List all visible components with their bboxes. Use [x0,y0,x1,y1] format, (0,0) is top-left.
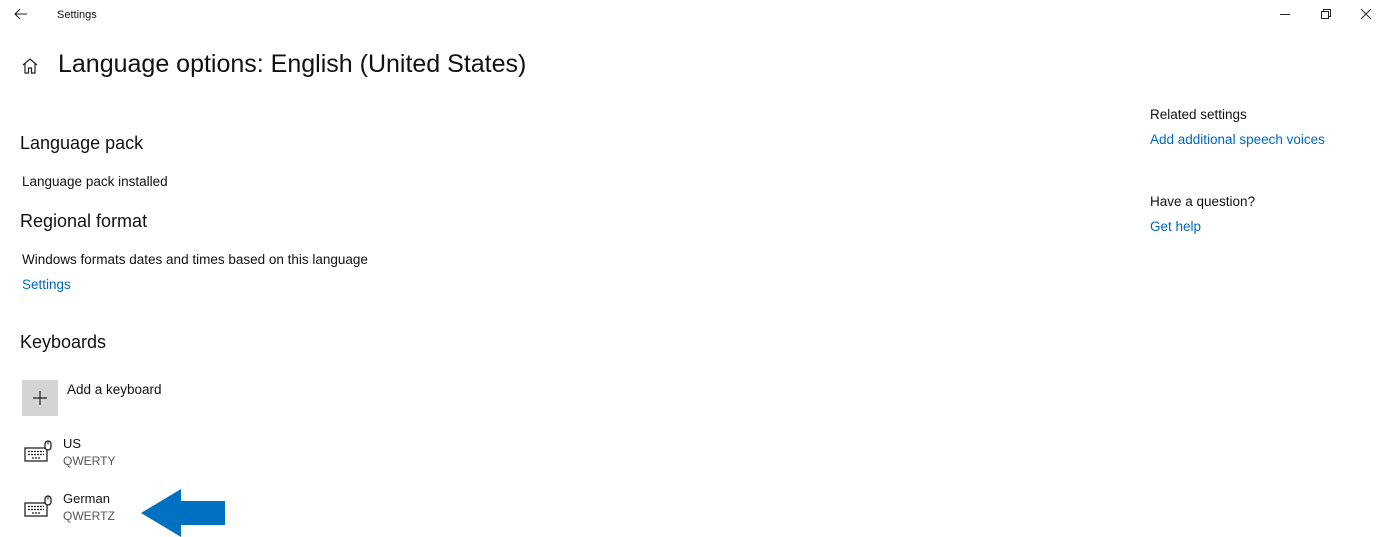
add-keyboard-button[interactable] [22,380,58,416]
window-title: Settings [57,9,97,21]
annotation-arrow-icon [141,489,225,537]
language-pack-heading: Language pack [20,133,144,153]
keyboard-item-us[interactable]: US QWERTY [20,436,280,476]
language-pack-status: Language pack installed [22,174,168,189]
keyboard-icon [24,495,52,517]
close-button[interactable] [1353,3,1379,25]
keyboard-name: German [63,491,110,506]
restore-button[interactable] [1313,3,1339,25]
keyboard-layout: QWERTY [63,454,116,468]
keyboard-icon [24,440,52,462]
regional-settings-link[interactable]: Settings [22,277,71,292]
page-title: Language options: English (United States… [58,50,527,78]
get-help-link[interactable]: Get help [1150,219,1201,234]
question-heading: Have a question? [1150,194,1256,209]
minimize-button[interactable] [1272,3,1298,25]
close-icon [1360,8,1372,20]
back-button[interactable] [10,4,32,24]
add-keyboard-label[interactable]: Add a keyboard [67,382,162,397]
regional-format-heading: Regional format [20,211,148,231]
speech-voices-link[interactable]: Add additional speech voices [1150,132,1325,147]
arrow-left-icon [14,8,27,20]
keyboard-layout: QWERTZ [63,509,115,523]
related-settings-heading: Related settings [1150,107,1247,122]
keyboards-heading: Keyboards [20,332,107,352]
keyboard-name: US [63,436,82,451]
plus-icon [33,391,47,405]
minimize-icon [1280,14,1290,15]
restore-icon [1321,9,1331,19]
home-icon[interactable] [20,56,40,76]
regional-format-description: Windows formats dates and times based on… [22,252,368,267]
